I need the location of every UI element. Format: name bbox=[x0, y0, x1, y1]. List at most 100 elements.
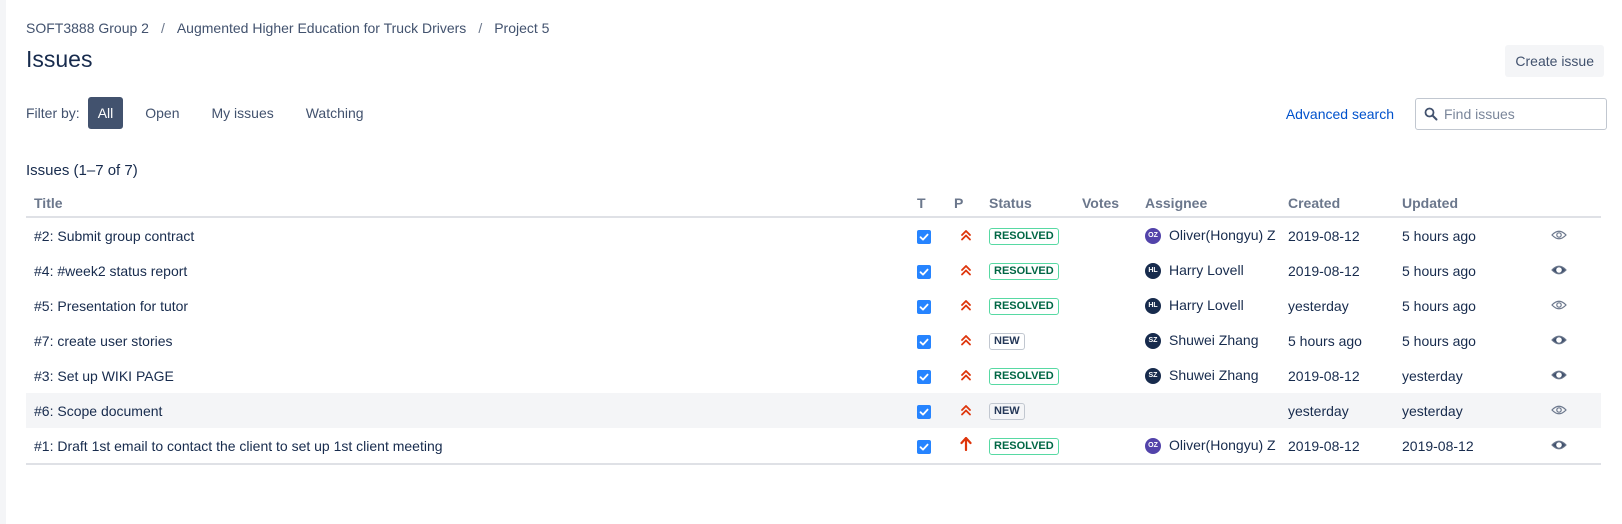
watch-toggle[interactable] bbox=[1517, 253, 1601, 288]
eye-icon bbox=[1551, 370, 1567, 379]
created-cell: 5 hours ago bbox=[1288, 332, 1362, 349]
updated-cell: 5 hours ago bbox=[1402, 332, 1476, 349]
status-badge: RESOLVED bbox=[989, 438, 1059, 455]
page-title: Issues bbox=[26, 46, 93, 72]
watch-toggle[interactable] bbox=[1517, 393, 1601, 428]
updated-cell: 5 hours ago bbox=[1402, 262, 1476, 279]
eye-icon bbox=[1551, 405, 1567, 414]
votes-cell bbox=[1082, 323, 1145, 358]
breadcrumb-repo[interactable]: Project 5 bbox=[494, 20, 549, 36]
column-type[interactable]: T bbox=[917, 190, 954, 218]
issues-table: Title T P Status Votes Assignee Created … bbox=[26, 190, 1601, 465]
updated-cell: yesterday bbox=[1402, 367, 1463, 384]
status-badge: RESOLVED bbox=[989, 368, 1059, 385]
table-row[interactable]: #7: create user stories NEW SZ Shuwei Zhang… bbox=[26, 323, 1601, 358]
breadcrumb-separator: / bbox=[478, 20, 483, 36]
watch-toggle[interactable] bbox=[1517, 288, 1601, 323]
avatar: HL bbox=[1145, 298, 1161, 315]
issue-title-link[interactable]: #6: Scope document bbox=[34, 403, 162, 419]
eye-icon bbox=[1551, 440, 1567, 449]
table-row[interactable]: #6: Scope document NEW yesterday yesterday bbox=[26, 393, 1601, 428]
status-badge: NEW bbox=[989, 403, 1025, 420]
column-created[interactable]: Created bbox=[1288, 190, 1402, 218]
table-row[interactable]: #2: Submit group contract RESOLVED OZ Olive… bbox=[26, 217, 1601, 253]
assignee-name: Shuwei Zhang bbox=[1169, 366, 1259, 383]
search-icon bbox=[1424, 107, 1438, 121]
breadcrumb-project[interactable]: Augmented Higher Education for Truck Dri… bbox=[177, 20, 466, 36]
avatar: SZ bbox=[1145, 368, 1161, 385]
breadcrumb: SOFT3888 Group 2 / Augmented Higher Educat… bbox=[26, 20, 549, 36]
eye-icon bbox=[1551, 230, 1567, 239]
avatar: OZ bbox=[1145, 228, 1161, 245]
filter-my-issues-button[interactable]: My issues bbox=[202, 97, 284, 129]
column-title[interactable]: Title bbox=[26, 190, 917, 218]
issues-count: Issues (1–7 of 7) bbox=[26, 162, 138, 179]
issue-title-link[interactable]: #3: Set up WIKI PAGE bbox=[34, 368, 174, 384]
watch-toggle[interactable] bbox=[1517, 358, 1601, 393]
filter-watching-button[interactable]: Watching bbox=[296, 97, 374, 129]
advanced-search-link[interactable]: Advanced search bbox=[1286, 106, 1394, 122]
column-status[interactable]: Status bbox=[989, 190, 1082, 218]
search-input[interactable] bbox=[1442, 105, 1596, 123]
votes-cell bbox=[1082, 288, 1145, 323]
breadcrumb-separator: / bbox=[160, 20, 165, 36]
updated-cell: 2019-08-12 bbox=[1402, 428, 1517, 465]
status-badge: NEW bbox=[989, 333, 1025, 350]
created-cell: 2019-08-12 bbox=[1288, 262, 1360, 279]
priority-major-icon bbox=[961, 299, 971, 310]
column-assignee[interactable]: Assignee bbox=[1145, 190, 1288, 218]
filter-bar: Filter by: All Open My issues Watching bbox=[26, 97, 386, 129]
table-row[interactable]: #5: Presentation for tutor RESOLVED HL Harr… bbox=[26, 288, 1601, 323]
created-cell: 2019-08-12 bbox=[1288, 227, 1360, 244]
created-cell: yesterday bbox=[1288, 393, 1402, 428]
eye-icon bbox=[1551, 265, 1567, 274]
table-row[interactable]: #4: #week2 status report RESOLVED HL Harry … bbox=[26, 253, 1601, 288]
eye-icon bbox=[1551, 300, 1567, 309]
assignee-cell: HL Harry Lovell bbox=[1145, 288, 1288, 323]
search-box bbox=[1415, 98, 1607, 130]
updated-cell: yesterday bbox=[1402, 393, 1517, 428]
assignee-cell: OZ Oliver(Hongyu) Z bbox=[1145, 217, 1288, 253]
issue-title-link[interactable]: #4: #week2 status report bbox=[34, 263, 187, 279]
votes-cell bbox=[1082, 253, 1145, 288]
avatar: SZ bbox=[1145, 333, 1161, 350]
breadcrumb-group[interactable]: SOFT3888 Group 2 bbox=[26, 20, 149, 36]
task-type-icon bbox=[917, 369, 931, 384]
votes-cell bbox=[1082, 428, 1145, 465]
column-updated[interactable]: Updated bbox=[1402, 190, 1517, 218]
assignee-cell: SZ Shuwei Zhang bbox=[1145, 358, 1288, 393]
issue-title-link[interactable]: #7: create user stories bbox=[34, 333, 173, 349]
issue-title-link[interactable]: #5: Presentation for tutor bbox=[34, 298, 188, 314]
assignee-name: Oliver(Hongyu) Z bbox=[1169, 436, 1276, 453]
left-edge bbox=[0, 0, 6, 524]
filter-all-button[interactable]: All bbox=[87, 97, 124, 129]
task-type-icon bbox=[917, 439, 931, 454]
table-row[interactable]: #3: Set up WIKI PAGE RESOLVED SZ Shuwei Zha… bbox=[26, 358, 1601, 393]
table-row[interactable]: #1: Draft 1st email to contact the clien… bbox=[26, 428, 1601, 465]
table-header: Title T P Status Votes Assignee Created … bbox=[26, 190, 1601, 218]
status-badge: RESOLVED bbox=[989, 298, 1059, 315]
created-cell: 2019-08-12 bbox=[1288, 367, 1360, 384]
issue-title-link[interactable]: #2: Submit group contract bbox=[34, 228, 194, 244]
watch-toggle[interactable] bbox=[1517, 217, 1601, 253]
priority-major-icon bbox=[961, 264, 971, 275]
column-priority[interactable]: P bbox=[954, 190, 989, 218]
avatar: HL bbox=[1145, 263, 1161, 280]
status-badge: RESOLVED bbox=[989, 228, 1059, 245]
create-issue-button[interactable]: Create issue bbox=[1505, 45, 1604, 77]
avatar: OZ bbox=[1145, 438, 1161, 455]
task-type-icon bbox=[917, 299, 931, 314]
issue-title-link[interactable]: #1: Draft 1st email to contact the clien… bbox=[34, 438, 443, 454]
priority-major-icon bbox=[961, 334, 971, 345]
column-votes[interactable]: Votes bbox=[1082, 190, 1145, 218]
watch-toggle[interactable] bbox=[1517, 323, 1601, 358]
created-cell: 2019-08-12 bbox=[1288, 428, 1402, 465]
assignee-cell bbox=[1145, 393, 1288, 428]
watch-toggle[interactable] bbox=[1517, 428, 1601, 465]
votes-cell bbox=[1082, 217, 1145, 253]
filter-open-button[interactable]: Open bbox=[135, 97, 189, 129]
updated-cell: 5 hours ago bbox=[1402, 227, 1476, 244]
filter-label: Filter by: bbox=[26, 105, 80, 121]
created-cell: yesterday bbox=[1288, 297, 1349, 314]
task-type-icon bbox=[917, 404, 931, 419]
